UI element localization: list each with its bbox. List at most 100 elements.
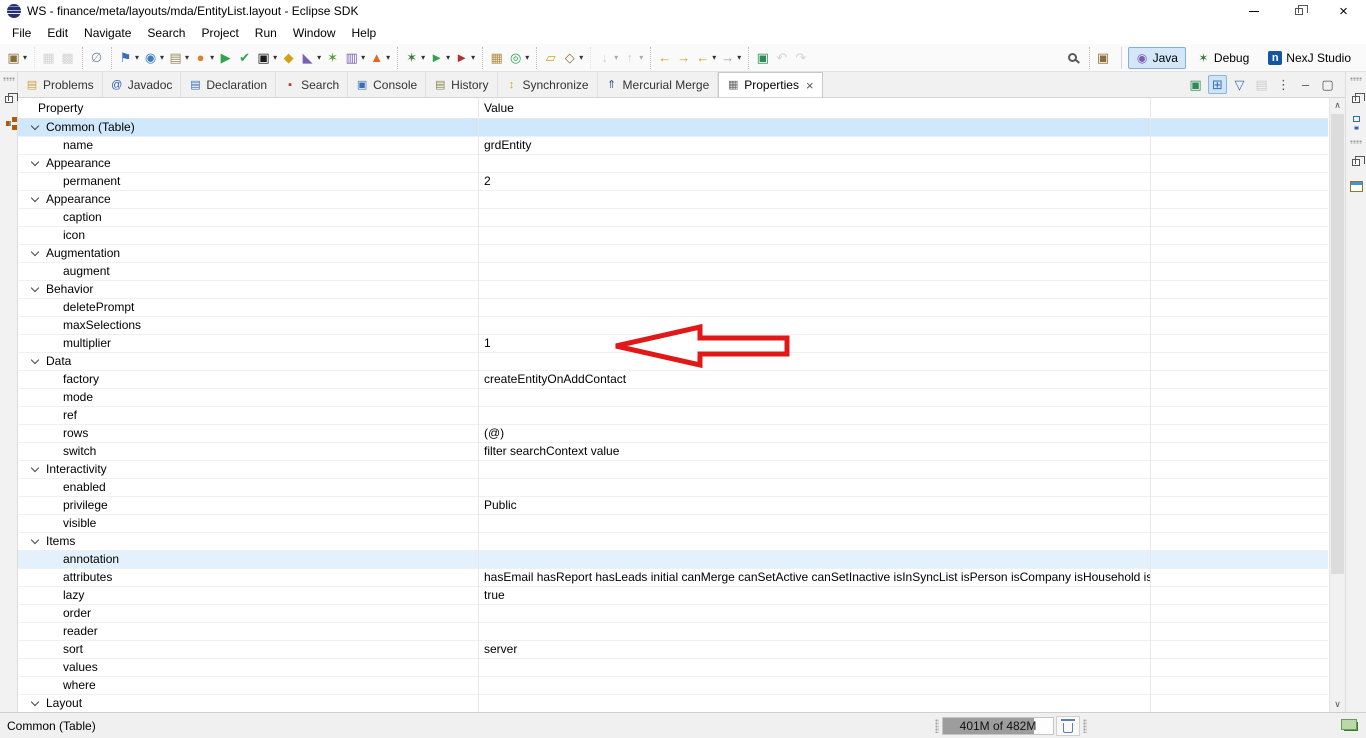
next-annotation-button[interactable]: ↓ (590, 47, 620, 69)
category-chevron-icon[interactable] (31, 122, 39, 130)
database-schema-button[interactable]: ▤ (166, 47, 191, 69)
column-header-value[interactable]: Value (478, 101, 1150, 115)
column-divider[interactable] (478, 98, 479, 712)
perspective-button[interactable]: ◉ Java (1128, 47, 1186, 69)
menu-item[interactable]: Window (285, 24, 344, 42)
drag-grip-icon[interactable] (1350, 77, 1362, 81)
property-row[interactable]: deletePrompt (18, 299, 1328, 317)
property-row[interactable]: Appearance (18, 155, 1328, 173)
column-header-property[interactable]: Property (18, 101, 478, 115)
category-chevron-icon[interactable] (31, 698, 39, 706)
column-divider[interactable] (1150, 98, 1151, 712)
category-chevron-icon[interactable] (31, 284, 39, 292)
open-resource-button[interactable]: ▱ (536, 47, 560, 69)
menu-item[interactable]: File (4, 24, 39, 42)
filter-button[interactable]: ▽ (1230, 75, 1249, 94)
menu-item[interactable]: Help (344, 24, 385, 42)
view-tab[interactable]: ↕ Synchronize × (498, 72, 598, 97)
view-tab[interactable]: ▤ History × (426, 72, 497, 97)
run-launch-button[interactable]: ► (427, 47, 452, 69)
view-tab[interactable]: ▣ Console × (348, 72, 426, 97)
run-garbage-collector-button[interactable] (1056, 716, 1080, 736)
property-row[interactable]: Interactivity (18, 461, 1328, 479)
minimize-button[interactable] (1231, 0, 1276, 22)
category-chevron-icon[interactable] (31, 536, 39, 544)
property-row[interactable]: augment (18, 263, 1328, 281)
menu-item[interactable]: Run (247, 24, 285, 42)
run-model-button[interactable]: ⚑ (111, 47, 141, 69)
scrollbar-thumb[interactable] (1331, 114, 1344, 574)
user-accounts-button[interactable]: ● (191, 47, 216, 69)
forward-history-button[interactable]: → (718, 47, 743, 69)
flame-run-button[interactable]: ▲ (367, 47, 392, 69)
property-row[interactable]: Appearance (18, 191, 1328, 209)
security-shield-button[interactable]: ◆ (279, 47, 298, 69)
last-edit-location-button[interactable]: ▣ (748, 47, 772, 69)
view-tab[interactable]: ▤ Problems × (18, 72, 103, 97)
close-button[interactable]: × (1321, 0, 1366, 22)
scroll-up-icon[interactable]: ∧ (1330, 98, 1345, 113)
new-wizard-button[interactable]: ▣ (4, 47, 29, 69)
minimized-outline-button[interactable] (1348, 115, 1364, 131)
new-class-button[interactable]: ◎ (506, 47, 531, 69)
stacked-windows-icon[interactable] (1344, 722, 1358, 731)
property-row[interactable]: lazy true (18, 587, 1328, 605)
back-location-button[interactable]: ← (650, 47, 674, 69)
menu-item[interactable]: Edit (39, 24, 76, 42)
property-row[interactable]: Augmentation (18, 245, 1328, 263)
perspective-button[interactable]: ✶ Debug (1189, 47, 1257, 69)
menu-item[interactable]: Project (193, 24, 246, 42)
open-perspective-button[interactable]: ▣ (1089, 47, 1113, 69)
save-button[interactable]: ▦ (34, 47, 58, 69)
show-categories-button[interactable]: ⊞ (1208, 75, 1227, 94)
drag-grip-icon[interactable] (1083, 719, 1087, 733)
run-button[interactable]: ▶ (216, 47, 235, 69)
drag-grip-icon[interactable] (3, 77, 15, 81)
property-row[interactable]: visible (18, 515, 1328, 533)
jar-export-button[interactable]: ▥ (342, 47, 367, 69)
maximize-view-button[interactable]: ▢ (1318, 75, 1337, 94)
minimize-view-button[interactable]: – (1296, 75, 1315, 94)
pin-view-button[interactable]: ▣ (1186, 75, 1205, 94)
category-chevron-icon[interactable] (31, 356, 39, 364)
save-all-button[interactable]: ▩ (58, 47, 77, 69)
property-row[interactable]: caption (18, 209, 1328, 227)
property-row[interactable]: Behavior (18, 281, 1328, 299)
deploy-server-button[interactable]: ◉ (141, 47, 166, 69)
forward-location-button[interactable]: → (674, 47, 693, 69)
property-row[interactable]: order (18, 605, 1328, 623)
restore-defaults-button[interactable]: ▤ (1252, 75, 1271, 94)
vertical-scrollbar[interactable]: ∧ ∨ (1329, 98, 1345, 712)
property-row[interactable]: permanent 2 (18, 173, 1328, 191)
property-row[interactable]: icon (18, 227, 1328, 245)
menu-item[interactable]: Search (139, 24, 193, 42)
console-button[interactable]: ▣ (254, 47, 279, 69)
restore-view-button[interactable] (1, 91, 17, 107)
property-row[interactable]: privilege Public (18, 497, 1328, 515)
property-row[interactable]: switch filter searchContext value (18, 443, 1328, 461)
link-with-editor-button[interactable]: ∅ (82, 47, 106, 69)
property-row[interactable]: values (18, 659, 1328, 677)
category-chevron-icon[interactable] (31, 464, 39, 472)
view-tab[interactable]: ▦ Properties × (718, 72, 822, 97)
bug-tool-button[interactable]: ✶ (323, 47, 342, 69)
drag-grip-icon[interactable] (1350, 140, 1362, 144)
redo-button[interactable]: ↷ (791, 47, 810, 69)
property-row[interactable]: where (18, 677, 1328, 695)
search-button[interactable] (1064, 47, 1084, 69)
property-row[interactable]: annotation (18, 551, 1328, 569)
previous-annotation-button[interactable]: ↑ (620, 47, 645, 69)
view-tab[interactable]: ⇑ Mercurial Merge × (598, 72, 719, 97)
scroll-down-icon[interactable]: ∨ (1330, 697, 1345, 712)
property-row[interactable]: factory createEntityOnAddContact (18, 371, 1328, 389)
property-row[interactable]: Items (18, 533, 1328, 551)
restore-view-button[interactable] (1348, 154, 1364, 170)
back-history-button[interactable]: ← (693, 47, 718, 69)
category-chevron-icon[interactable] (31, 194, 39, 202)
profile-button[interactable]: ► (452, 47, 477, 69)
undo-button[interactable]: ↶ (772, 47, 791, 69)
search-wand-button[interactable]: ◇ (560, 47, 585, 69)
property-row[interactable]: sort server (18, 641, 1328, 659)
minimized-explorer-button[interactable] (1, 115, 17, 131)
view-tab[interactable]: @ Javadoc × (103, 72, 182, 97)
